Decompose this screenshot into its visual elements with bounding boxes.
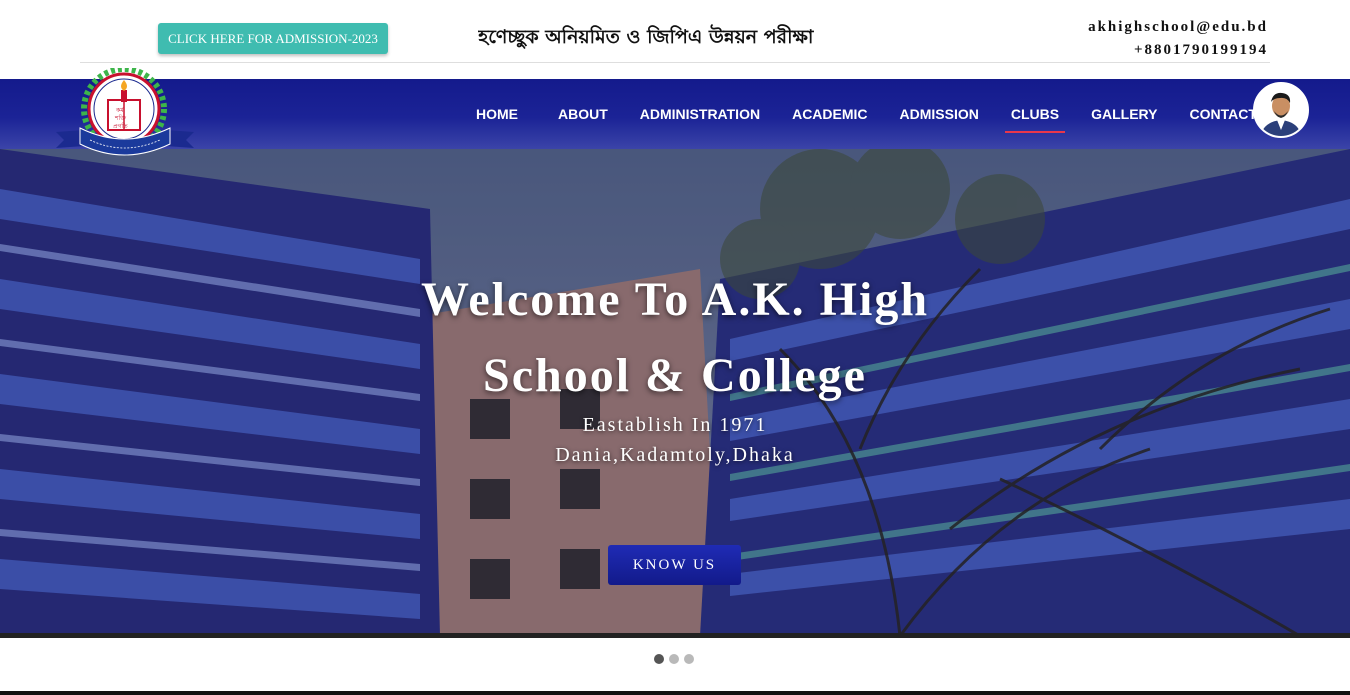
carousel-dot-2[interactable]: [669, 654, 679, 664]
profile-avatar[interactable]: [1253, 82, 1309, 138]
hero-title-line1: Welcome To A.K. High: [420, 273, 930, 326]
notice-marquee: গ্রহণেচ্ছুক অনিয়মিত ও জিপিএ উন্নয়ন পরী…: [478, 22, 870, 52]
nav-about[interactable]: ABOUT: [542, 79, 624, 149]
carousel-dot-3[interactable]: [684, 654, 694, 664]
top-bar: CLICK HERE FOR ADMISSION-2023 গ্রহণেচ্ছু…: [0, 0, 1350, 79]
admission-button[interactable]: CLICK HERE FOR ADMISSION-2023: [158, 23, 388, 54]
svg-text:কর্ম: কর্ম: [115, 107, 125, 114]
nav-administration[interactable]: ADMINISTRATION: [624, 79, 776, 149]
nav-gallery[interactable]: GALLERY: [1075, 79, 1173, 149]
contact-email[interactable]: akhighschool@edu.bd: [1088, 16, 1268, 39]
contact-phone[interactable]: +8801790199194: [1088, 39, 1268, 62]
carousel-dot-1[interactable]: [654, 654, 664, 664]
svg-text:প্রগতি: প্রগতি: [113, 123, 128, 130]
nav-menu: HOME ABOUT ADMINISTRATION ACADEMIC ADMIS…: [460, 79, 1273, 149]
contact-info: akhighschool@edu.bd +8801790199194: [1088, 16, 1268, 62]
hero-title-line2: School & College: [483, 349, 867, 402]
hero-location: Dania,Kadamtoly,Dhaka: [555, 444, 795, 466]
nav-academic[interactable]: ACADEMIC: [776, 79, 883, 149]
school-crest-logo[interactable]: কর্ম শক্তি প্রগতি: [54, 66, 196, 164]
carousel-indicators: [654, 654, 694, 664]
svg-text:শক্তি: শক্তি: [114, 115, 126, 122]
hero-title: Welcome To A.K. High School & College: [375, 262, 975, 414]
page-bottom-edge: [0, 691, 1350, 695]
topbar-divider: [80, 62, 1270, 63]
nav-admission[interactable]: ADMISSION: [884, 79, 995, 149]
hero-established: Eastablish In 1971: [582, 414, 768, 436]
hero-bottom-edge: [0, 633, 1350, 638]
nav-clubs[interactable]: CLUBS: [995, 79, 1075, 149]
nav-home[interactable]: HOME: [460, 79, 534, 149]
know-us-button[interactable]: KNOW US: [608, 545, 741, 585]
notice-text: গ্রহণেচ্ছুক অনিয়মিত ও জিপিএ উন্নয়ন পরী…: [478, 26, 814, 48]
